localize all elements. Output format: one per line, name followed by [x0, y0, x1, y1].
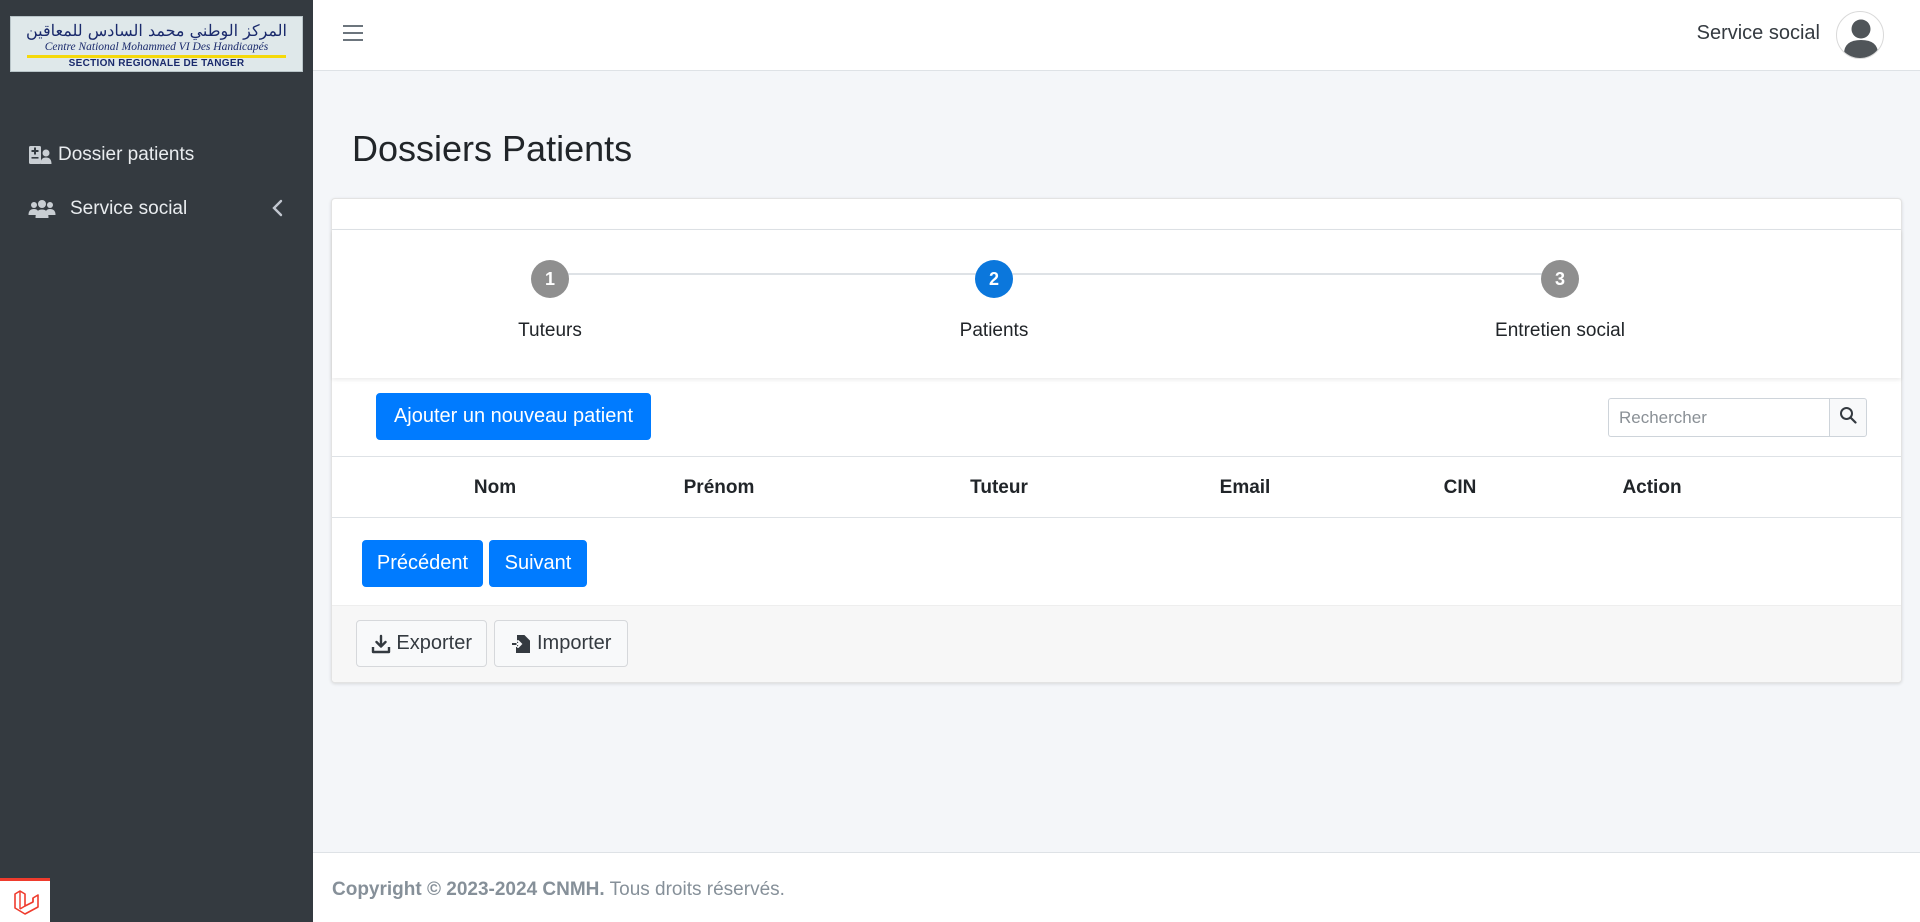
table-header: Nom Prénom Tuteur Email CIN Action — [332, 456, 1901, 518]
users-icon — [28, 199, 70, 219]
step-number: 1 — [531, 260, 569, 298]
column-header-email[interactable]: Email — [1220, 477, 1271, 499]
file-import-icon — [511, 634, 533, 654]
step-number: 2 — [975, 260, 1013, 298]
export-label: Exporter — [396, 632, 472, 654]
page-footer: Copyright © 2023-2024 CNMH. Tous droits … — [313, 852, 1920, 922]
step-number: 3 — [1541, 260, 1579, 298]
page-title: Dossiers Patients — [352, 128, 633, 169]
sidebar-item-service-social[interactable]: Service social — [28, 194, 187, 224]
brand-section-text: SECTION REGIONALE DE TANGER — [68, 58, 245, 69]
previous-page-button[interactable]: Précédent — [362, 540, 483, 587]
step-tuteurs[interactable]: 1 Tuteurs — [440, 260, 660, 342]
user-name[interactable]: Service social — [1697, 22, 1820, 45]
column-header-action: Action — [1622, 477, 1682, 498]
brand-arabic-text: المركز الوطني محمد السادس للمعاقين — [25, 21, 287, 40]
step-patients[interactable]: 2 Patients — [884, 260, 1104, 342]
step-label: Patients — [959, 320, 1029, 341]
search-icon — [1839, 406, 1857, 429]
step-label: Entretien social — [1495, 320, 1625, 341]
import-label: Importer — [537, 632, 612, 654]
hamburger-icon[interactable] — [343, 25, 363, 45]
sidebar-item-label: Service social — [70, 198, 188, 219]
step-label: Tuteurs — [518, 320, 582, 341]
brand-french-text: Centre National Mohammed VI Des Handicap… — [44, 41, 269, 53]
column-header-nom[interactable]: Nom — [474, 477, 516, 499]
rights-text: Tous droits réservés. — [609, 879, 785, 900]
column-header-cin[interactable]: CIN — [1444, 477, 1477, 499]
search-button[interactable] — [1829, 398, 1867, 437]
laravel-debug-icon[interactable] — [0, 878, 50, 922]
user-avatar-icon[interactable] — [1836, 11, 1884, 59]
patients-card: 1 Tuteurs 2 Patients 3 Entretien social … — [331, 198, 1902, 683]
copyright-strong: Copyright © 2023-2024 CNMH. — [332, 879, 605, 900]
sidebar: المركز الوطني محمد السادس للمعاقين Centr… — [0, 0, 313, 922]
import-button[interactable]: Importer — [494, 620, 628, 667]
download-icon — [371, 634, 392, 654]
column-header-prenom[interactable]: Prénom — [684, 477, 755, 499]
column-header-tuteur[interactable]: Tuteur — [970, 477, 1028, 499]
card-footer: Exporter Importer — [332, 605, 1901, 682]
stepper: 1 Tuteurs 2 Patients 3 Entretien social — [332, 230, 1901, 378]
patient-file-icon — [28, 144, 58, 166]
chevron-left-icon[interactable] — [268, 198, 288, 218]
top-navbar: Service social — [313, 0, 1920, 71]
sidebar-item-dossier-patients[interactable]: Dossier patients — [28, 140, 194, 170]
brand-logo[interactable]: المركز الوطني محمد السادس للمعاقين Centr… — [10, 16, 303, 72]
sidebar-item-label: Dossier patients — [58, 144, 195, 165]
search-input[interactable] — [1608, 398, 1829, 437]
copyright-text: Copyright © 2023-2024 CNMH. Tous droits … — [332, 879, 785, 901]
export-button[interactable]: Exporter — [356, 620, 487, 667]
step-entretien-social[interactable]: 3 Entretien social — [1450, 260, 1670, 342]
next-page-button[interactable]: Suivant — [489, 540, 587, 587]
add-patient-button[interactable]: Ajouter un nouveau patient — [376, 393, 651, 440]
